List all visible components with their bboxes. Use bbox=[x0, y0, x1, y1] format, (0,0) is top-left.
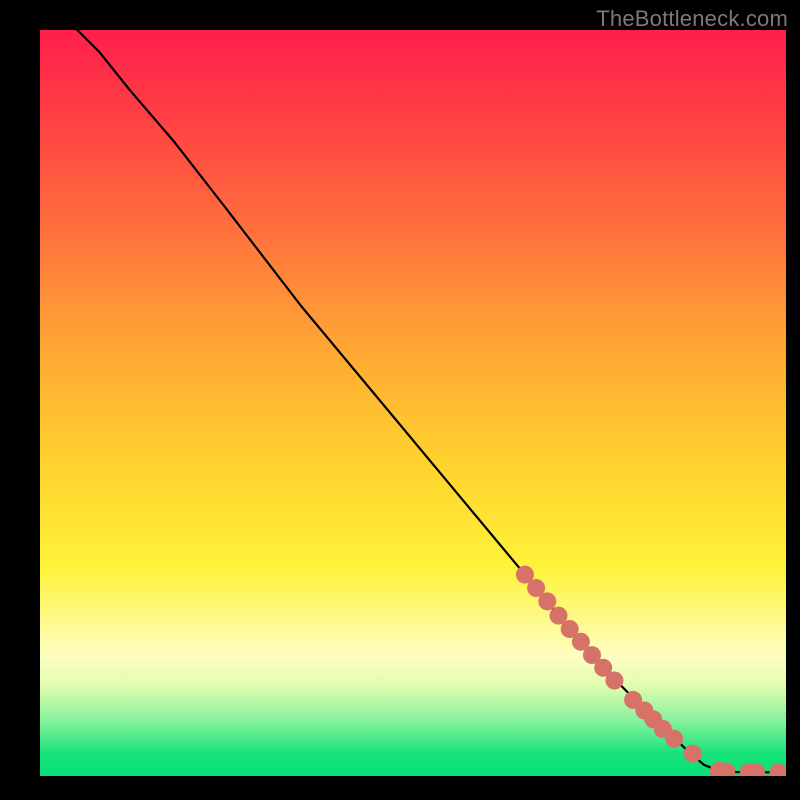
chart-plot-area bbox=[40, 30, 786, 776]
chart-markers bbox=[516, 566, 786, 776]
chart-curve bbox=[77, 30, 778, 772]
chart-frame: TheBottleneck.com bbox=[0, 0, 800, 800]
chart-marker bbox=[684, 745, 702, 763]
chart-marker bbox=[770, 763, 787, 776]
chart-marker bbox=[538, 592, 556, 610]
chart-marker bbox=[665, 730, 683, 748]
chart-marker bbox=[605, 672, 623, 690]
watermark-text: TheBottleneck.com bbox=[596, 6, 788, 32]
chart-overlay bbox=[40, 30, 786, 776]
